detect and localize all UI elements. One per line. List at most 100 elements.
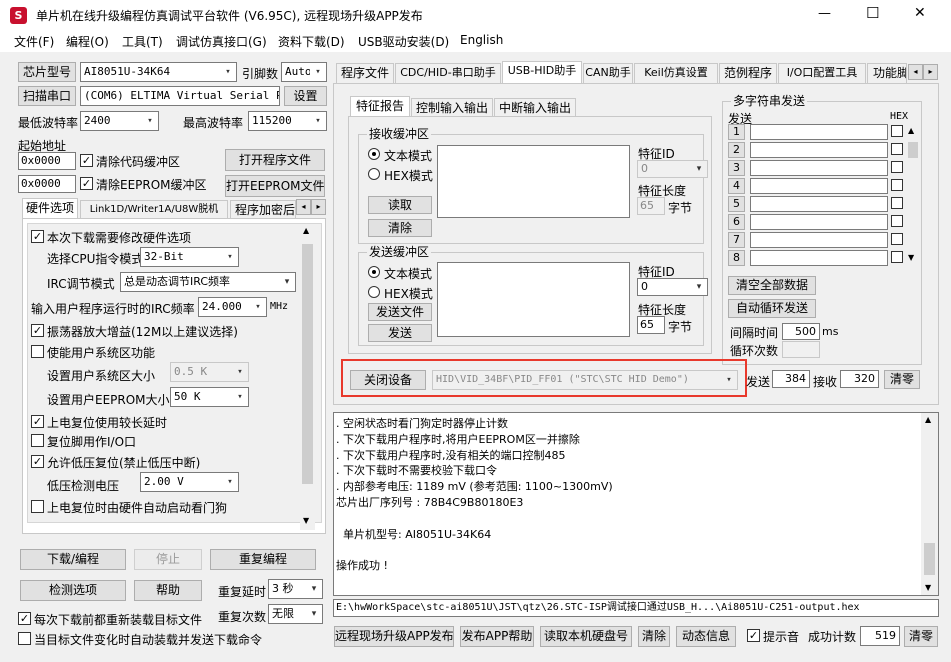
menu-english[interactable]: English — [460, 33, 503, 47]
repeat-delay-select[interactable]: 3 秒 ▾ — [268, 579, 323, 599]
multi-hex-checkbox[interactable] — [891, 215, 903, 227]
multi-send-row-button[interactable]: 8 — [728, 250, 745, 266]
scrollbar-thumb[interactable] — [924, 543, 935, 575]
tab-cdc-serial[interactable]: CDC/HID-串口助手 — [395, 63, 501, 83]
recv-feature-len-input[interactable]: 65 — [637, 197, 665, 215]
multi-send-row-button[interactable]: 6 — [728, 214, 745, 230]
wdt-auto-checkbox[interactable] — [31, 500, 44, 513]
multi-send-row-button[interactable]: 2 — [728, 142, 745, 158]
multi-send-row-button[interactable]: 5 — [728, 196, 745, 212]
maximize-button[interactable]: ☐ — [866, 4, 879, 22]
multi-hex-checkbox[interactable] — [891, 233, 903, 245]
irc-freq-select[interactable]: 24.000 ▾ — [198, 297, 267, 317]
hex-file-path[interactable]: E:\hwWorkSpace\stc-ai8051U\JST\qtz\26.ST… — [333, 599, 939, 617]
menu-tools[interactable]: 工具(T) — [122, 33, 163, 50]
code-address-input[interactable]: 0x0000 — [18, 152, 76, 170]
tab-io-config[interactable]: I/O口配置工具 — [778, 63, 866, 83]
tab-hardware-options[interactable]: 硬件选项 — [22, 198, 78, 218]
cpu-mode-select[interactable]: 32-Bit ▾ — [140, 247, 239, 267]
tab-usb-hid[interactable]: USB-HID助手 — [502, 61, 582, 83]
multi-send-row-button[interactable]: 4 — [728, 178, 745, 194]
multi-string-input[interactable] — [750, 196, 888, 212]
tab-keil[interactable]: Keil仿真设置 — [634, 63, 718, 83]
tab-can[interactable]: CAN助手 — [583, 63, 633, 83]
multi-send-row-button[interactable]: 7 — [728, 232, 745, 248]
reset-io-checkbox[interactable] — [31, 434, 44, 447]
right-tab-scroll-left[interactable]: ◂ — [908, 64, 923, 80]
multi-string-input[interactable] — [750, 178, 888, 194]
send-hex-mode-radio[interactable] — [368, 286, 380, 298]
auto-load-checkbox[interactable] — [18, 632, 31, 645]
multi-send-row-button[interactable]: 3 — [728, 160, 745, 176]
user-system-checkbox[interactable] — [31, 345, 44, 358]
detect-options-button[interactable]: 检测选项 — [20, 580, 126, 601]
multi-string-input[interactable] — [750, 124, 888, 140]
multi-hex-checkbox[interactable] — [891, 125, 903, 137]
reload-checkbox[interactable]: ✓ — [18, 612, 31, 625]
open-eeprom-button[interactable]: 打开EEPROM文件 — [225, 175, 325, 197]
auto-loop-button[interactable]: 自动循环发送 — [728, 299, 816, 318]
interval-input[interactable]: 500 — [782, 323, 820, 340]
clear-all-button[interactable]: 清空全部数据 — [728, 276, 816, 295]
multi-scrollbar[interactable]: ▲ ▼ — [906, 126, 920, 266]
tab-scroll-left[interactable]: ◂ — [296, 199, 311, 215]
scan-port-button[interactable]: 扫描串口 — [18, 86, 76, 106]
minimize-button[interactable]: — — [818, 6, 831, 21]
chip-model-select[interactable]: AI8051U-34K64 ▾ — [80, 62, 237, 82]
long-reset-checkbox[interactable]: ✓ — [31, 415, 44, 428]
send-feature-id-select[interactable]: 0 ▾ — [637, 278, 708, 296]
eeprom-size-select[interactable]: 50 K ▾ — [170, 387, 249, 407]
tab-offline-writer[interactable]: Link1D/Writer1A/U8W脱机 — [80, 200, 228, 218]
clear-code-checkbox[interactable]: ✓ — [80, 154, 93, 167]
multi-string-input[interactable] — [750, 232, 888, 248]
tab-scroll-right[interactable]: ▸ — [311, 199, 326, 215]
port-settings-button[interactable]: 设置 — [284, 86, 327, 106]
publish-app-button[interactable]: 远程现场升级APP发布 — [334, 626, 454, 647]
clear-log-button[interactable]: 清除 — [638, 626, 670, 647]
max-baud-select[interactable]: 115200 ▾ — [248, 111, 327, 131]
repeat-count-select[interactable]: 无限 ▾ — [268, 604, 323, 624]
tab-encryption[interactable]: 程序加密后 — [230, 200, 296, 218]
allow-lvr-checkbox[interactable]: ✓ — [31, 455, 44, 468]
send-file-button[interactable]: 发送文件 — [368, 303, 432, 321]
log-output[interactable]: . 空闲状态时看门狗定时器停止计数 . 下次下载用户程序时,将用户EEPROM区一… — [333, 412, 939, 596]
clear-eeprom-checkbox[interactable]: ✓ — [80, 177, 93, 190]
send-feature-len-input[interactable]: 65 — [637, 316, 665, 334]
lvd-select[interactable]: 2.00 V ▾ — [140, 472, 239, 492]
open-program-button[interactable]: 打开程序文件 — [225, 149, 325, 171]
subtab-interrupt-io[interactable]: 中断输入输出 — [494, 98, 576, 116]
pins-select[interactable]: Auto ▾ — [281, 62, 327, 82]
tab-pin-function[interactable]: 功能脚 — [867, 63, 907, 83]
beep-checkbox[interactable]: ✓ — [747, 629, 760, 642]
multi-string-input[interactable] — [750, 214, 888, 230]
send-button[interactable]: 发送 — [368, 324, 432, 342]
recv-feature-id-select[interactable]: 0 ▾ — [637, 160, 708, 178]
publish-help-button[interactable]: 发布APP帮助 — [460, 626, 534, 647]
multi-hex-checkbox[interactable] — [891, 197, 903, 209]
multi-hex-checkbox[interactable] — [891, 161, 903, 173]
dynamic-info-button[interactable]: 动态信息 — [676, 626, 736, 647]
eeprom-address-input[interactable]: 0x0000 — [18, 175, 76, 193]
menu-file[interactable]: 文件(F) — [14, 33, 54, 50]
menu-program[interactable]: 编程(O) — [66, 33, 109, 50]
right-tab-scroll-right[interactable]: ▸ — [923, 64, 938, 80]
reprogram-button[interactable]: 重复编程 — [210, 549, 316, 570]
download-button[interactable]: 下载/编程 — [20, 549, 126, 570]
need-modify-checkbox[interactable]: ✓ — [31, 230, 44, 243]
send-text-mode-radio[interactable] — [368, 266, 380, 278]
recv-clear-button[interactable]: 清除 — [368, 219, 432, 237]
multi-hex-checkbox[interactable] — [891, 251, 903, 263]
loops-input[interactable] — [782, 341, 820, 358]
receive-textarea[interactable] — [437, 145, 630, 218]
recv-text-mode-radio[interactable] — [368, 148, 380, 160]
subtab-control-io[interactable]: 控制输入输出 — [411, 98, 493, 116]
multi-hex-checkbox[interactable] — [891, 143, 903, 155]
help-button[interactable]: 帮助 — [134, 580, 202, 601]
clear-counts-button[interactable]: 清零 — [884, 370, 920, 389]
multi-send-row-button[interactable]: 1 — [728, 124, 745, 140]
close-button[interactable]: ✕ — [914, 5, 926, 21]
subtab-feature-report[interactable]: 特征报告 — [350, 96, 410, 116]
multi-string-input[interactable] — [750, 160, 888, 176]
send-textarea[interactable] — [437, 262, 630, 337]
port-select[interactable]: (COM6) ELTIMA Virtual Serial P — [80, 86, 280, 106]
